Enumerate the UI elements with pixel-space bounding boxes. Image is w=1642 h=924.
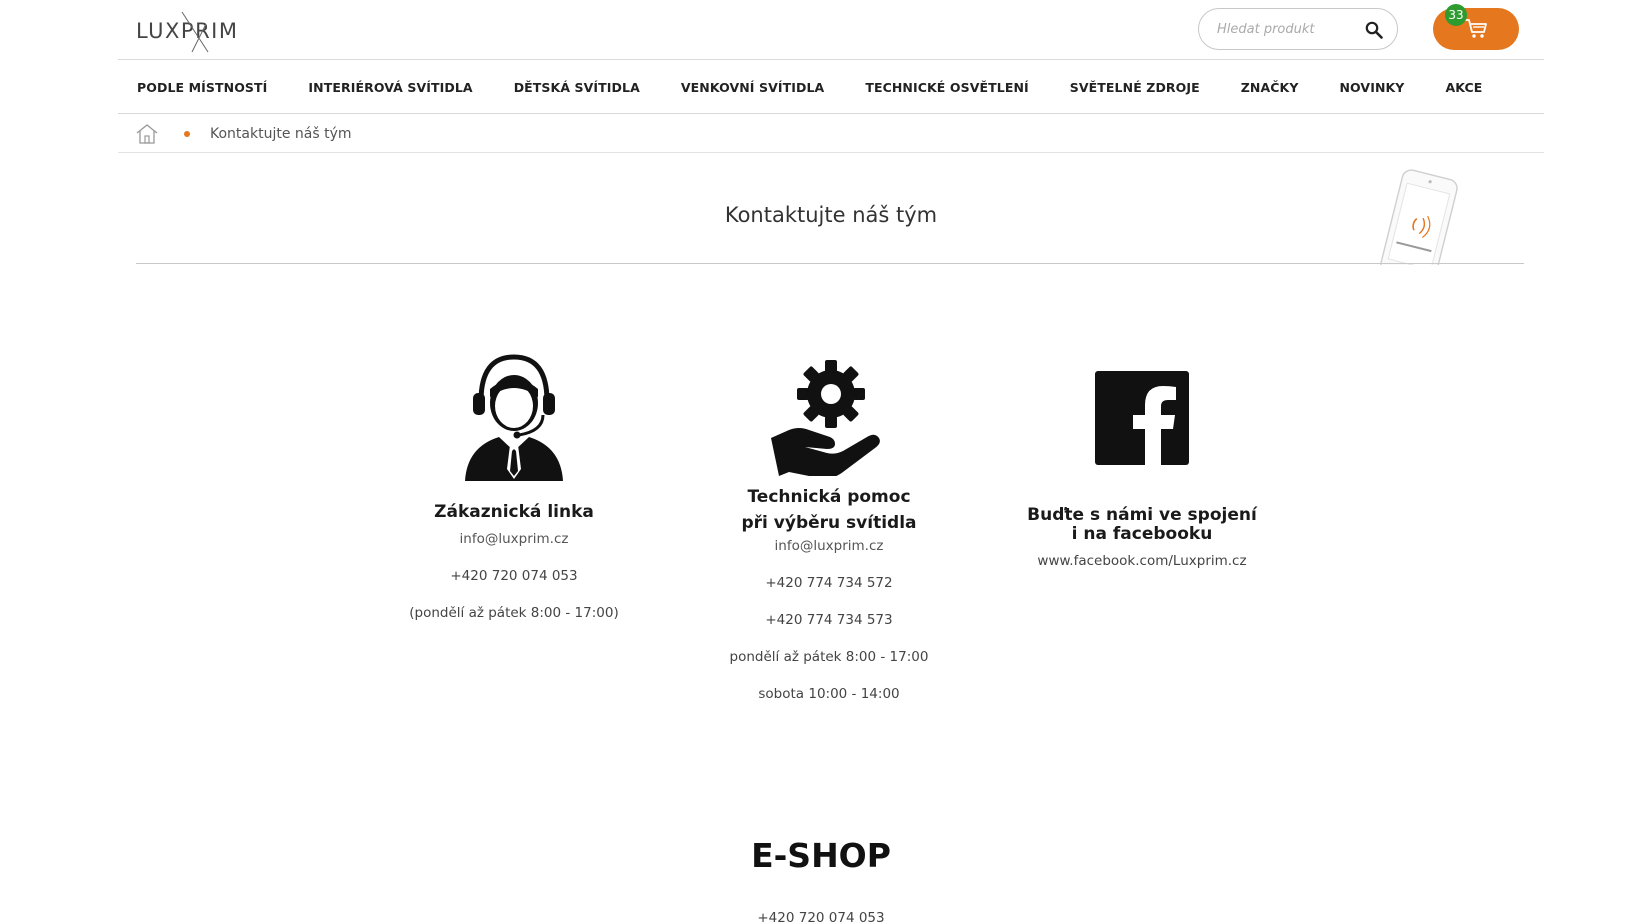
nav-item-svetelne-zdroje[interactable]: SVĚTELNÉ ZDROJE: [1070, 80, 1200, 95]
gear-hand-icon: [679, 352, 979, 482]
title-divider: [136, 263, 1524, 264]
breadcrumb: Kontaktujte náš tým: [118, 115, 1544, 153]
home-icon: [136, 123, 158, 144]
contact-title-line2: při výběru svítidla: [741, 513, 917, 533]
eshop-phone[interactable]: +420 720 074 053: [0, 910, 1642, 924]
breadcrumb-current: Kontaktujte náš tým: [210, 125, 352, 142]
nav-item-interierova-svitidla[interactable]: INTERIÉROVÁ SVÍTIDLA: [308, 80, 472, 95]
search-icon: [1365, 21, 1383, 39]
page-title: Kontaktujte náš tým: [724, 203, 938, 227]
contact-title-line1: Buďte s námi ve spojení: [1027, 505, 1257, 525]
search-box: [1198, 8, 1398, 50]
contact-phone[interactable]: +420 720 074 053: [364, 568, 664, 584]
search-button[interactable]: [1363, 19, 1385, 41]
contact-email-link[interactable]: info@luxprim.cz: [364, 531, 664, 547]
contact-technical-help: Technická pomoc při výběru svítidla info…: [679, 350, 979, 702]
contact-title-line2: i na facebooku: [1071, 524, 1213, 544]
contact-title: Zákaznická linka: [434, 502, 594, 522]
logo[interactable]: LUXPRIM: [136, 10, 240, 53]
logo-x-mark-icon: [181, 11, 209, 53]
nav-item-technicke-osvetleni[interactable]: TECHNICKÉ OSVĚTLENÍ: [865, 80, 1028, 95]
main-nav: PODLE MÍSTNOSTÍ INTERIÉROVÁ SVÍTIDLA DĚT…: [118, 61, 1544, 114]
nav-item-venkovni-svitidla[interactable]: VENKOVNÍ SVÍTIDLA: [681, 80, 824, 95]
nav-item-novinky[interactable]: NOVINKY: [1339, 80, 1404, 95]
nav-item-podle-mistnosti[interactable]: PODLE MÍSTNOSTÍ: [137, 80, 267, 95]
cart-button[interactable]: 33: [1433, 4, 1519, 50]
title-section: Kontaktujte náš tým: [118, 153, 1544, 265]
nav-item-detska-svitidla[interactable]: DĚTSKÁ SVÍTIDLA: [514, 80, 640, 95]
nav-item-znacky[interactable]: ZNAČKY: [1241, 80, 1299, 95]
contact-hours-saturday: sobota 10:00 - 14:00: [758, 686, 900, 702]
cart-count-badge: 33: [1445, 4, 1467, 26]
contact-customer-line: Zákaznická linka info@luxprim.cz +420 72…: [364, 350, 664, 621]
support-agent-icon: [364, 350, 664, 485]
contact-facebook: Buďte s námi ve spojení i na facebooku w…: [992, 350, 1292, 569]
site-header: LUXPRIM 33: [118, 0, 1544, 60]
contact-hours: pondělí až pátek 8:00 - 17:00: [729, 649, 929, 665]
phone-illustration-icon: [1380, 169, 1458, 265]
contact-hours: (pondělí až pátek 8:00 - 17:00): [409, 605, 619, 621]
cart-icon: [1465, 19, 1487, 38]
contact-phone[interactable]: +420 774 734 573: [679, 612, 979, 628]
facebook-link[interactable]: www.facebook.com/Luxprim.cz: [992, 553, 1292, 569]
breadcrumb-separator: [184, 130, 190, 137]
contact-title-line1: Technická pomoc: [747, 487, 911, 507]
facebook-icon[interactable]: [992, 350, 1292, 485]
search-input[interactable]: [1217, 21, 1357, 37]
contact-phone[interactable]: +420 774 734 572: [679, 575, 979, 591]
nav-item-akce[interactable]: AKCE: [1445, 80, 1482, 95]
contact-email-link[interactable]: info@luxprim.cz: [679, 538, 979, 554]
eshop-heading: E-SHOP: [751, 836, 891, 875]
home-link[interactable]: [136, 123, 160, 145]
